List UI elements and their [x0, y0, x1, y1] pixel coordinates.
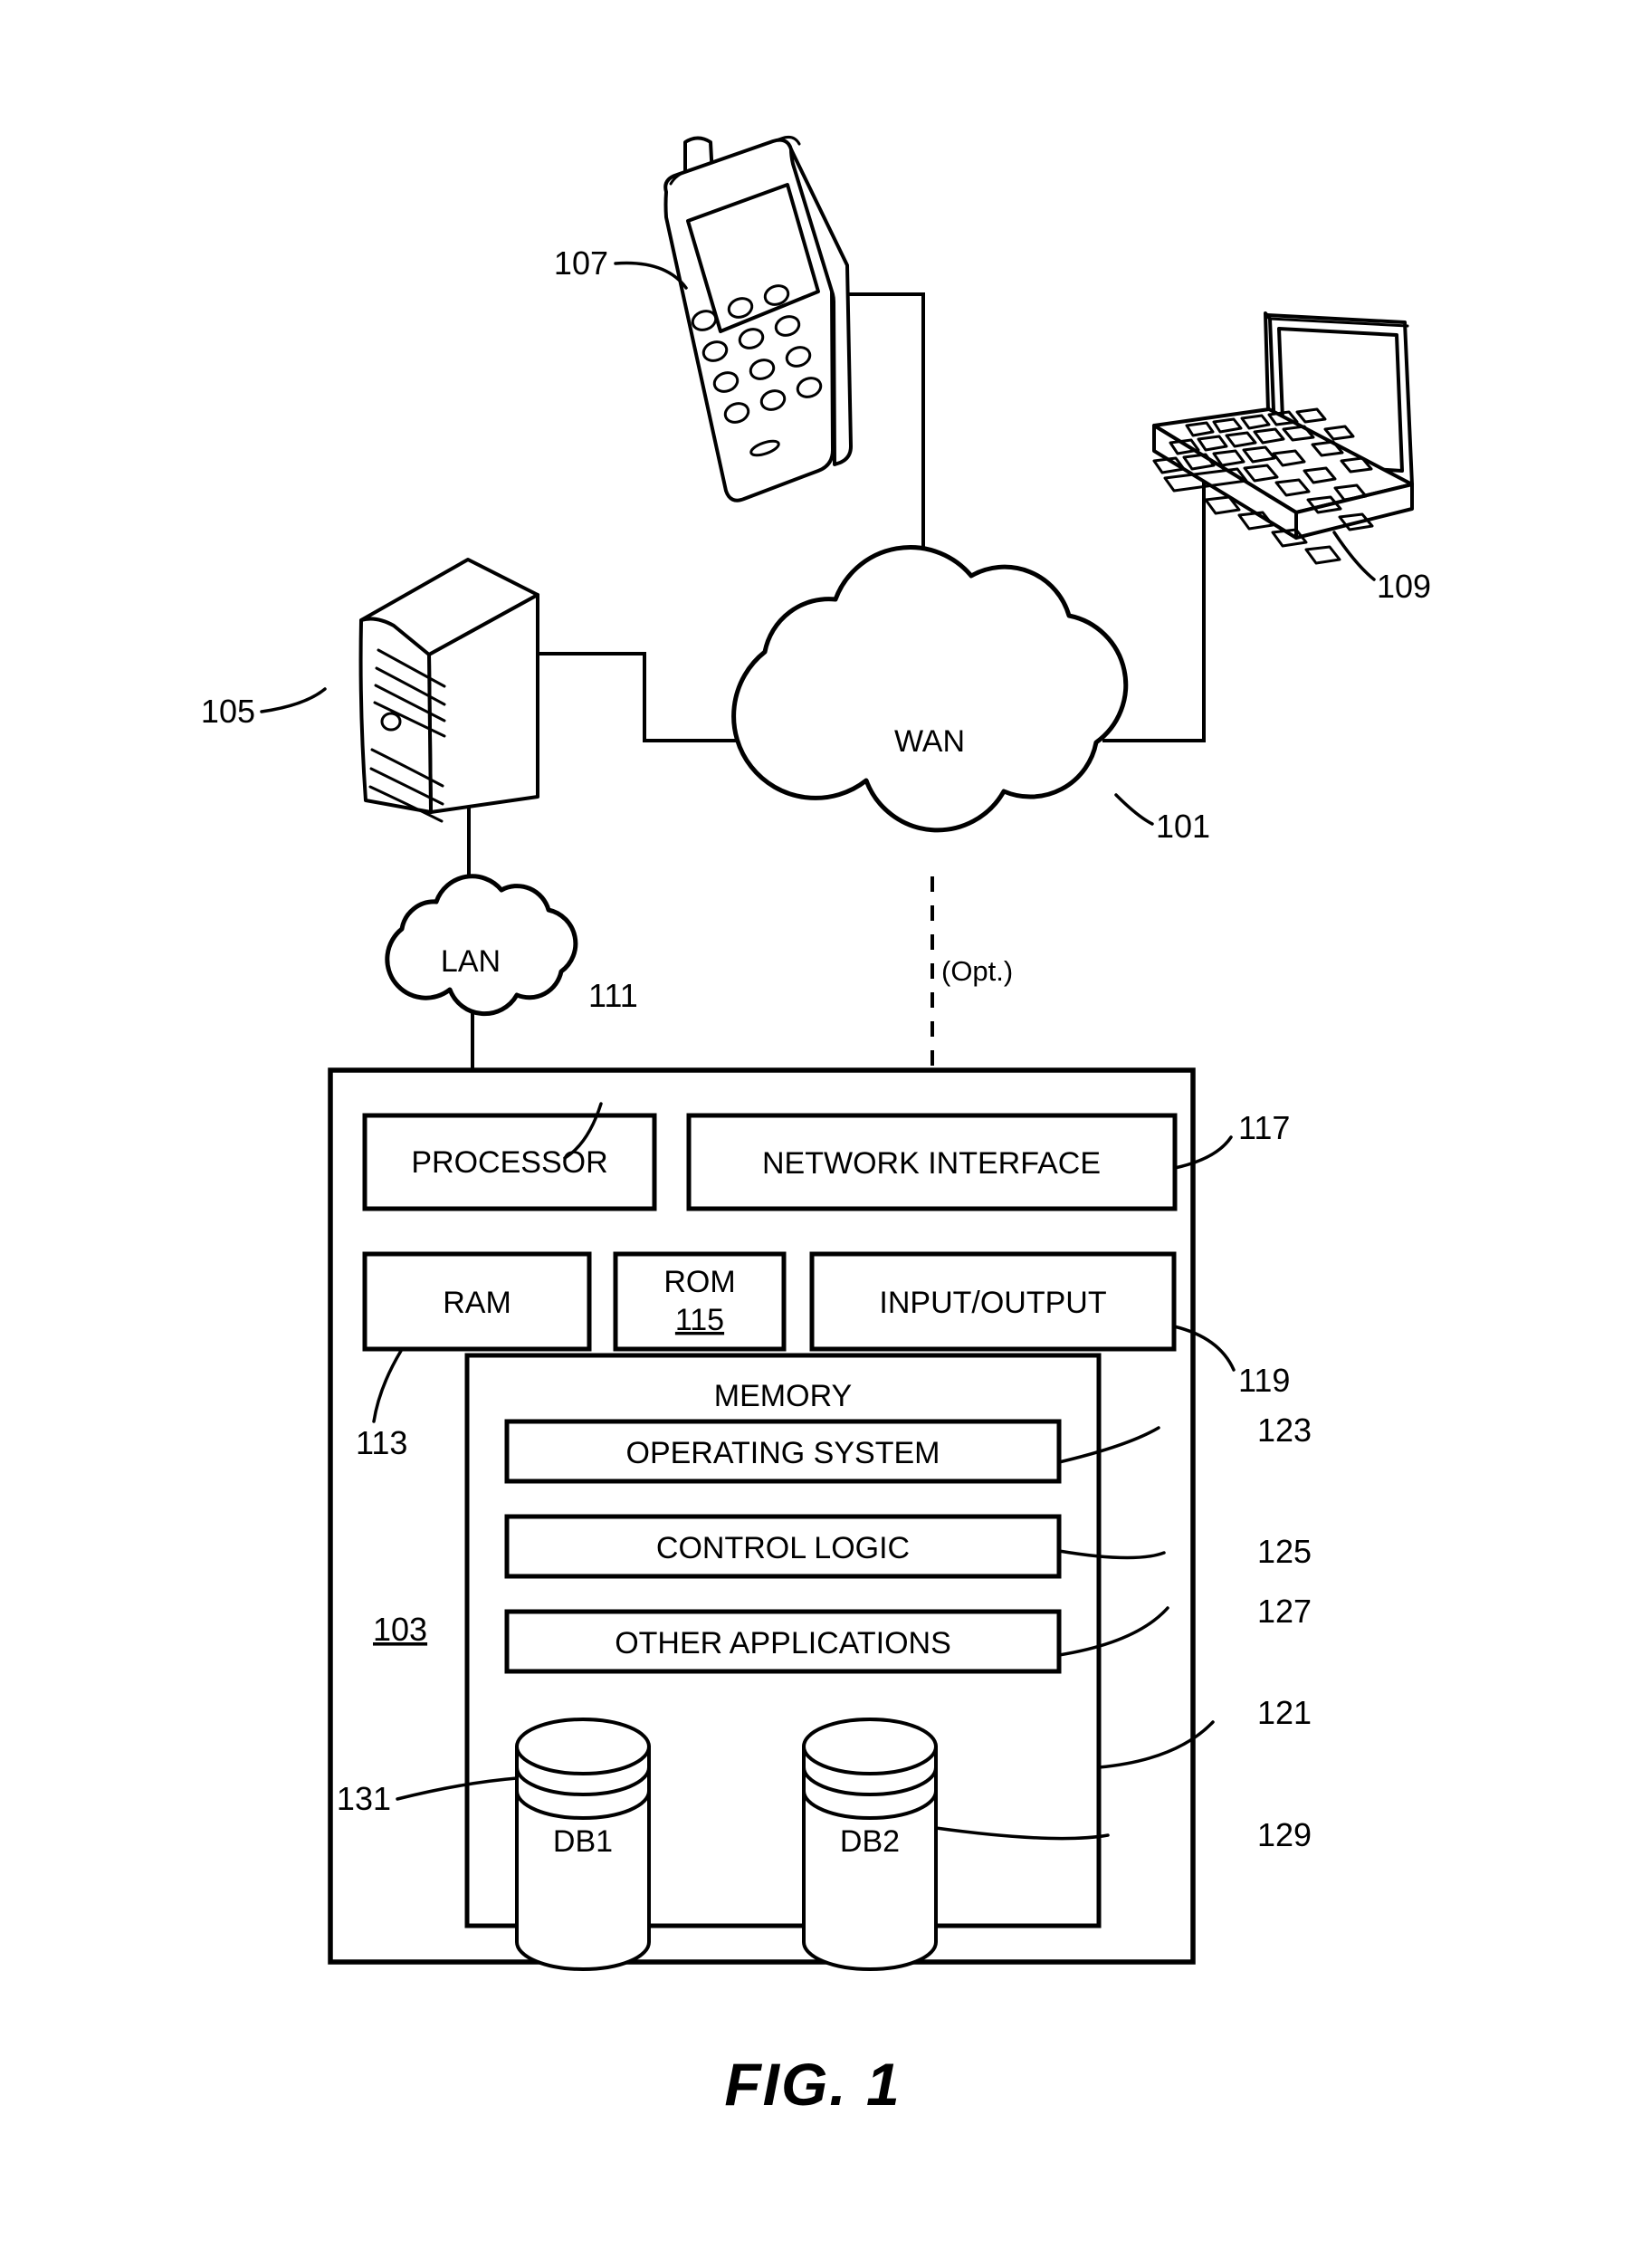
lan-cloud-label: LAN [441, 944, 501, 979]
ref-label-121: 121 [1257, 1694, 1312, 1731]
other-applications-label: OTHER APPLICATIONS [615, 1626, 951, 1660]
rom-ref-label: 115 [675, 1303, 724, 1337]
db2-label: DB2 [840, 1824, 900, 1859]
db1-cylinder: DB1 [515, 1718, 651, 1971]
ref-label-101: 101 [1156, 808, 1210, 845]
ref-label-125: 125 [1257, 1533, 1312, 1570]
network-interface-label: NETWORK INTERFACE [762, 1146, 1101, 1181]
patent-figure: 107 109 105 WAN 101 LAN (Opt.) 103 PROCE… [0, 0, 1651, 2268]
rom-label: ROM [663, 1265, 735, 1299]
ref-label-117: 117 [1238, 1109, 1290, 1146]
operating-system-label: OPERATING SYSTEM [626, 1436, 940, 1470]
processor-label: PROCESSOR [411, 1145, 607, 1180]
db2-cylinder: DB2 [802, 1718, 938, 1971]
ref-label-129: 129 [1257, 1816, 1312, 1853]
ref-label-103: 103 [373, 1611, 427, 1648]
wan-cloud-label: WAN [894, 724, 965, 759]
ref-label-119: 119 [1238, 1362, 1290, 1399]
db1-label: DB1 [553, 1824, 613, 1859]
db2-top [802, 1718, 938, 1775]
figure-caption: FIG. 1 [724, 2051, 901, 2118]
ram-label: RAM [443, 1286, 511, 1320]
ref-label-111: 111 [588, 977, 638, 1014]
input-output-label: INPUT/OUTPUT [879, 1286, 1106, 1320]
optional-link-label: (Opt.) [941, 955, 1013, 987]
figure-canvas: 107 109 105 WAN 101 LAN (Opt.) 103 PROCE… [0, 0, 1651, 2268]
ref-label-105: 105 [201, 693, 255, 730]
ref-label-131: 131 [337, 1780, 391, 1817]
ref-label-113: 113 [356, 1424, 407, 1461]
memory-label: MEMORY [714, 1379, 852, 1413]
ref-label-127: 127 [1257, 1593, 1312, 1630]
ref-label-123: 123 [1257, 1412, 1312, 1449]
ref-label-109: 109 [1377, 568, 1431, 605]
control-logic-label: CONTROL LOGIC [656, 1531, 910, 1565]
ref-label-107: 107 [554, 244, 608, 282]
db1-top [515, 1718, 651, 1775]
